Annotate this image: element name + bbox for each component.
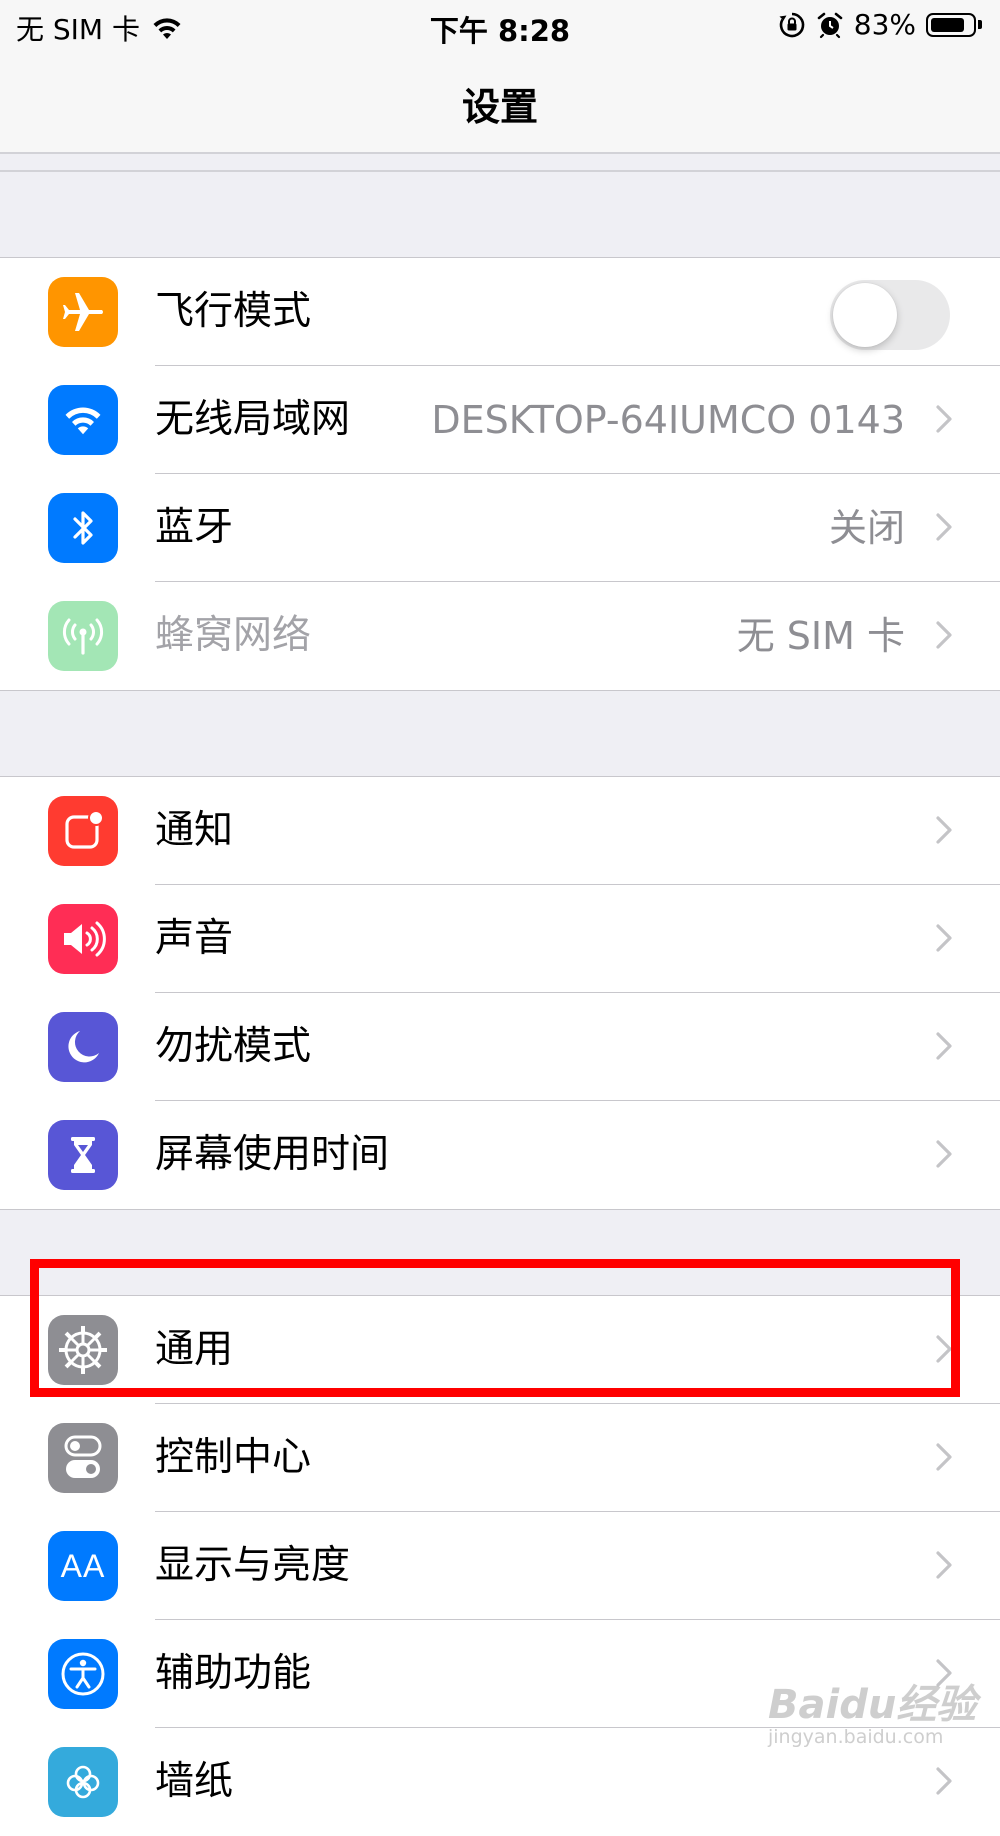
airplane-mode-toggle[interactable]	[830, 280, 950, 350]
alarm-icon	[816, 11, 844, 39]
divider	[0, 170, 1000, 172]
bluetooth-value: 关闭	[828, 506, 905, 550]
moon-icon	[48, 1012, 118, 1082]
notifications-label: 通知	[155, 808, 234, 853]
cellular-icon	[48, 601, 118, 671]
chevron-right-icon	[936, 1551, 952, 1579]
display-brightness-label: 显示与亮度	[155, 1543, 351, 1588]
chevron-right-icon	[936, 513, 952, 541]
wifi-value: DESKTOP-64IUMCO 0143	[431, 398, 905, 442]
row-control-center[interactable]: 控制中心	[0, 1404, 1000, 1512]
airplane-icon	[48, 277, 118, 347]
wallpaper-icon	[48, 1747, 118, 1817]
settings-group-connectivity: 飞行模式 无线局域网 DESKTOP-64IUMCO 0143 蓝牙 关闭 蜂窝…	[0, 257, 1000, 691]
accessibility-label: 辅助功能	[155, 1651, 312, 1696]
settings-group-notifications: 通知 声音 勿扰模式 屏幕使用时间	[0, 776, 1000, 1210]
wallpaper-label: 墙纸	[155, 1759, 234, 1804]
chevron-right-icon	[936, 1443, 952, 1471]
chevron-right-icon	[936, 1032, 952, 1060]
row-cellular[interactable]: 蜂窝网络 无 SIM 卡	[0, 582, 1000, 690]
hourglass-icon	[48, 1120, 118, 1190]
chevron-right-icon	[936, 1140, 952, 1168]
notifications-icon	[48, 796, 118, 866]
chevron-right-icon	[936, 816, 952, 844]
control-center-label: 控制中心	[155, 1435, 312, 1480]
status-right: 83%	[768, 8, 982, 41]
screen-time-label: 屏幕使用时间	[155, 1132, 390, 1177]
cellular-value: 无 SIM 卡	[736, 614, 905, 658]
bluetooth-icon	[48, 493, 118, 563]
wifi-icon	[48, 385, 118, 455]
row-display-brightness[interactable]: AA 显示与亮度	[0, 1512, 1000, 1620]
toggle-knob	[833, 283, 897, 347]
navigation-bar: 设置	[0, 50, 1000, 154]
chevron-right-icon	[936, 621, 952, 649]
text-size-glyph: AA	[60, 1547, 106, 1584]
chevron-right-icon	[936, 405, 952, 433]
switches-icon	[48, 1423, 118, 1493]
wifi-label: 无线局域网	[155, 397, 351, 442]
bluetooth-label: 蓝牙	[155, 505, 234, 550]
row-airplane-mode[interactable]: 飞行模式	[0, 258, 1000, 366]
battery-icon	[926, 12, 982, 37]
sound-icon	[48, 904, 118, 974]
row-bluetooth[interactable]: 蓝牙 关闭	[0, 474, 1000, 582]
do-not-disturb-label: 勿扰模式	[155, 1024, 312, 1069]
airplane-mode-label: 飞行模式	[155, 289, 312, 334]
row-do-not-disturb[interactable]: 勿扰模式	[0, 993, 1000, 1101]
row-screen-time[interactable]: 屏幕使用时间	[0, 1101, 1000, 1209]
row-notifications[interactable]: 通知	[0, 777, 1000, 885]
row-sound[interactable]: 声音	[0, 885, 1000, 993]
text-size-icon: AA	[48, 1531, 118, 1601]
orientation-lock-icon	[778, 11, 806, 39]
watermark-main: Baidu经验	[768, 1682, 977, 1728]
chevron-right-icon	[936, 1767, 952, 1795]
chevron-right-icon	[936, 924, 952, 952]
battery-percent: 83%	[853, 8, 916, 41]
sound-label: 声音	[155, 916, 234, 961]
page-title: 设置	[461, 85, 538, 129]
row-wifi[interactable]: 无线局域网 DESKTOP-64IUMCO 0143	[0, 366, 1000, 474]
status-bar: 无 SIM 卡 下午 8:28 83%	[0, 0, 1000, 50]
cellular-label: 蜂窝网络	[155, 613, 312, 658]
accessibility-icon	[48, 1639, 118, 1709]
watermark: Baidu经验 jingyan.baidu.com	[768, 1672, 976, 1748]
highlight-annotation	[30, 1259, 960, 1397]
